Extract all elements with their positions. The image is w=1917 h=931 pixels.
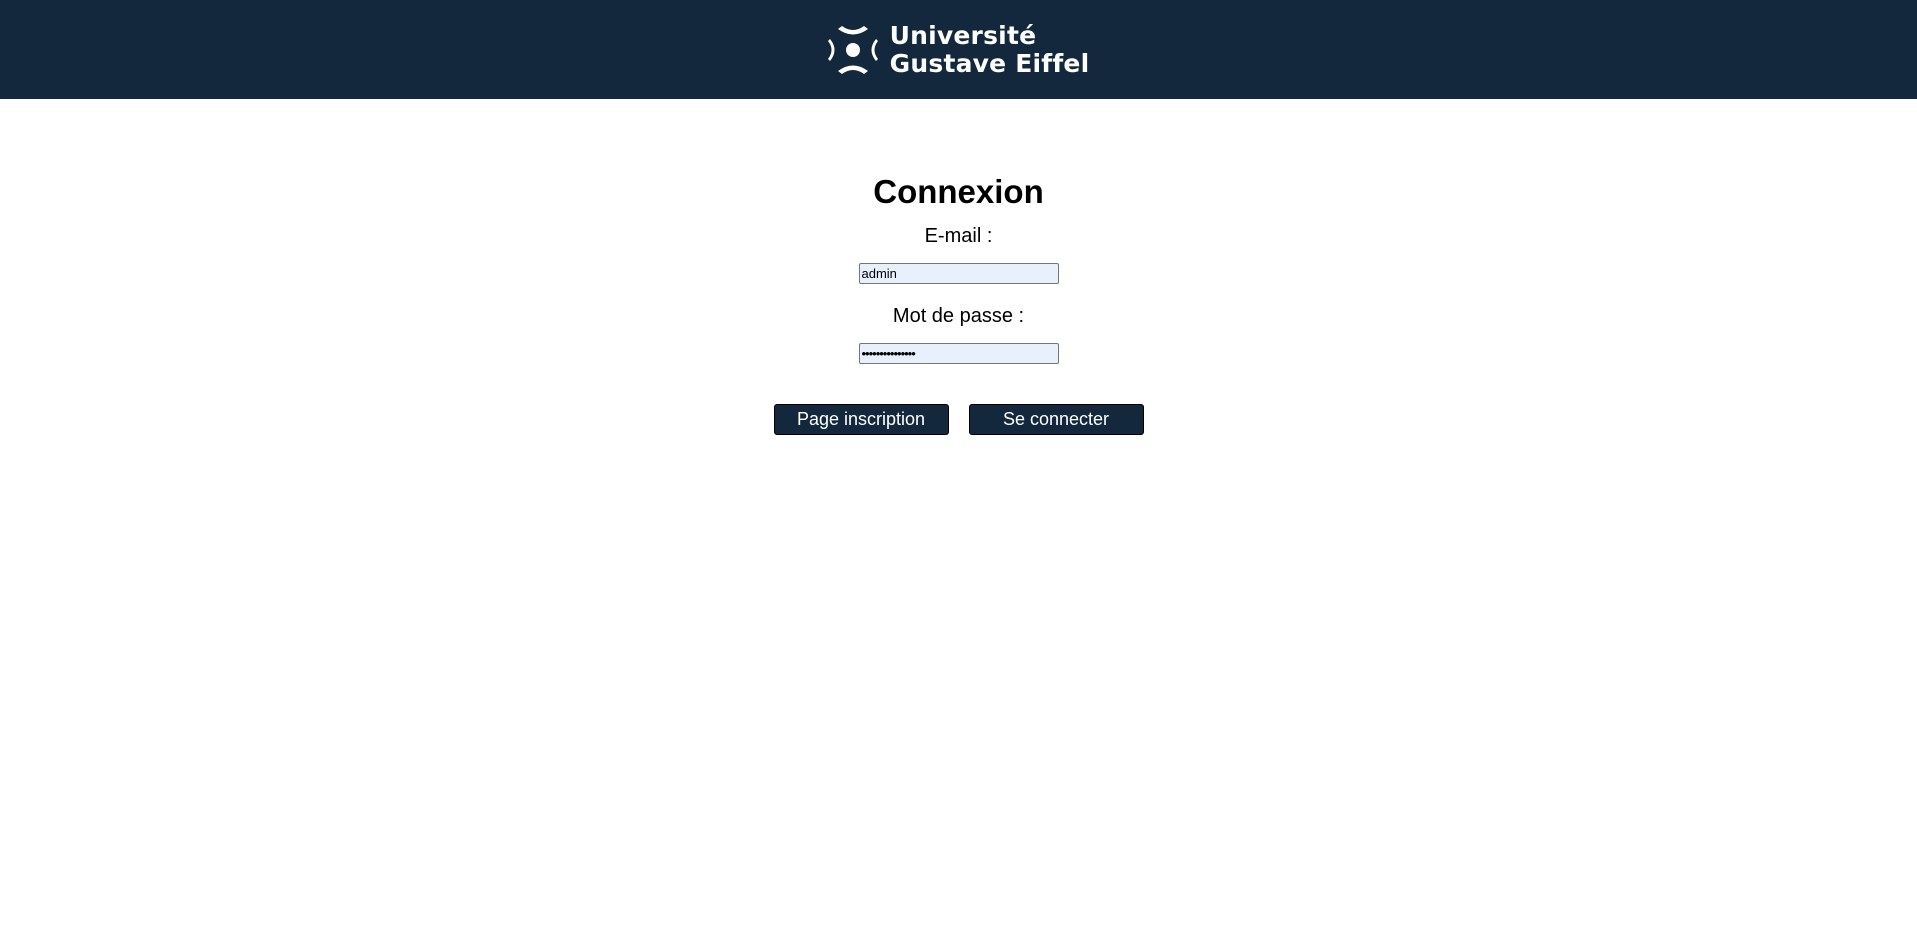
logo-text: Université Gustave Eiffel	[889, 20, 1090, 78]
university-logo: Université Gustave Eiffel	[827, 20, 1090, 78]
email-label: E-mail :	[924, 225, 993, 247]
login-button[interactable]: Se connecter	[968, 404, 1144, 435]
logo-line-1: Université	[889, 20, 1037, 50]
register-page-button[interactable]: Page inscription	[773, 404, 949, 435]
logo-line-2: Gustave Eiffel	[889, 48, 1090, 78]
page-title: Connexion	[873, 173, 1044, 210]
universite-gustave-eiffel-logo-icon	[827, 25, 878, 74]
password-field[interactable]	[858, 343, 1059, 364]
email-field[interactable]	[858, 263, 1059, 284]
login-form: Connexion E-mail : Mot de passe : Page i…	[0, 99, 1917, 435]
form-actions: Page inscription Se connecter	[773, 404, 1144, 435]
site-header: Université Gustave Eiffel	[0, 0, 1917, 99]
password-label: Mot de passe :	[892, 305, 1025, 327]
